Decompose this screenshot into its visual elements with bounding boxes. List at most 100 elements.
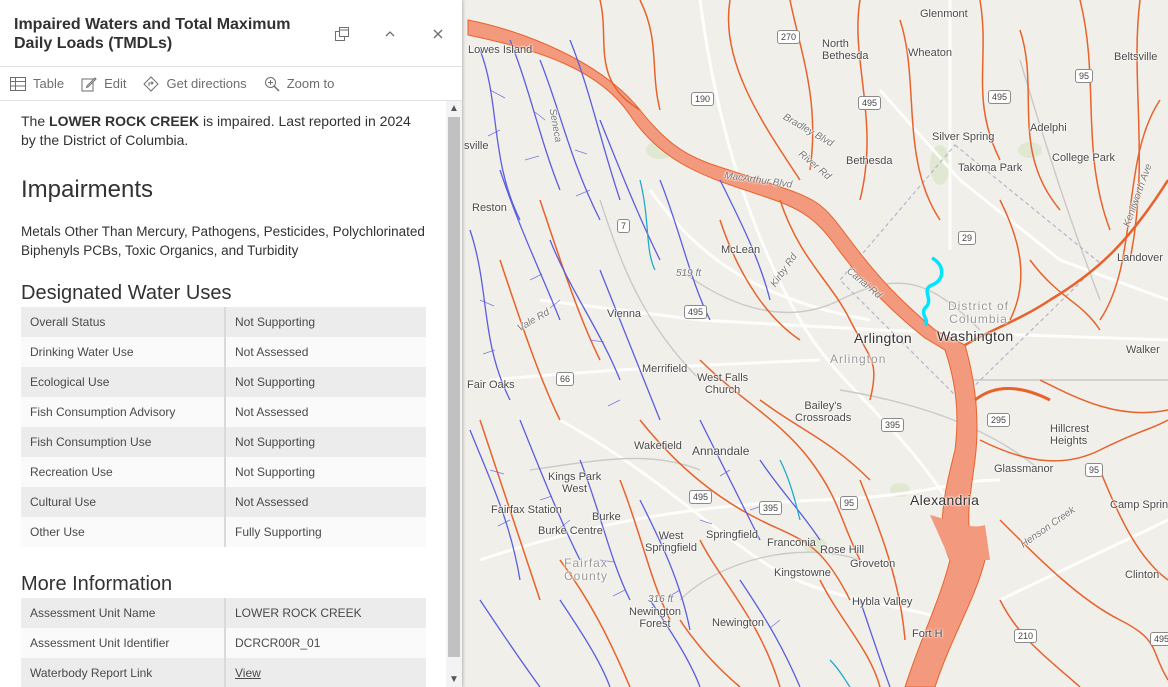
place-label: Alexandria xyxy=(910,492,980,508)
waterbody-name: LOWER ROCK CREEK xyxy=(49,113,200,129)
scroll-up-arrow-icon[interactable]: ▲ xyxy=(449,103,459,114)
table-row: Overall Status Not Supporting xyxy=(21,307,426,337)
elevation-label: 519 ft xyxy=(676,268,702,279)
use-status: Not Supporting xyxy=(225,367,426,397)
impairments-text: Metals Other Than Mercury, Pathogens, Pe… xyxy=(21,224,425,258)
highway-shield: 495 xyxy=(858,96,882,110)
place-label: Burke xyxy=(592,511,621,523)
place-label: Landover xyxy=(1117,252,1163,264)
highway-shield: 29 xyxy=(958,231,977,245)
use-name: Other Use xyxy=(21,517,226,547)
place-label: Fort H xyxy=(912,628,943,640)
place-label: Beltsville xyxy=(1114,51,1158,63)
action-toolbar: Table Edit Get directions Zoom to xyxy=(0,67,462,101)
place-label: Vienna xyxy=(607,308,642,320)
table-row: Drinking Water Use Not Assessed xyxy=(21,337,426,367)
use-name: Cultural Use xyxy=(21,487,226,517)
use-status: Not Supporting xyxy=(225,457,426,487)
edit-action[interactable]: Edit xyxy=(81,76,126,92)
place-label: Fair Oaks xyxy=(467,379,515,391)
place-label: Hybla Valley xyxy=(852,596,913,608)
table-row: Fish Consumption Use Not Supporting xyxy=(21,427,426,457)
highway-shield: 495 xyxy=(1150,632,1168,646)
scroll-thumb[interactable] xyxy=(448,117,460,657)
scrollbar[interactable]: ▲ ▼ xyxy=(446,101,462,687)
waterbody-report-link[interactable]: View xyxy=(235,666,261,680)
region-label: Fairfax County xyxy=(564,556,609,583)
highway-shield: 270 xyxy=(777,30,801,44)
place-label: North Bethesda xyxy=(822,38,869,62)
place-label: Springfield xyxy=(706,529,758,541)
highway-shield: 66 xyxy=(556,372,575,386)
intro-prefix: The xyxy=(21,113,50,129)
table-row: Recreation Use Not Supporting xyxy=(21,457,426,487)
place-label: Burke Centre xyxy=(538,525,603,537)
place-label: Groveton xyxy=(850,558,896,570)
close-button[interactable] xyxy=(428,24,448,44)
highway-shield: 495 xyxy=(988,90,1012,104)
place-label: Annandale xyxy=(692,444,750,458)
info-value-cell: View xyxy=(225,658,426,687)
info-name: Assessment Unit Identifier xyxy=(21,628,226,658)
highway-shield: 295 xyxy=(987,413,1011,427)
table-row: Assessment Unit Identifier DCRCR00R_01 xyxy=(21,628,426,658)
place-label: Glassmanor xyxy=(994,463,1054,475)
dock-button[interactable] xyxy=(332,24,352,44)
place-label: Merrifield xyxy=(642,363,688,375)
place-label: Wheaton xyxy=(908,47,953,59)
place-label: Newington Forest xyxy=(629,606,681,630)
use-name: Drinking Water Use xyxy=(21,337,226,367)
place-label: Newington xyxy=(712,617,764,629)
place-label: Rose Hill xyxy=(820,544,865,556)
scroll-down-arrow-icon[interactable]: ▼ xyxy=(449,674,459,685)
highway-shield: 210 xyxy=(1014,629,1038,643)
zoom-label: Zoom to xyxy=(286,76,335,91)
place-label: West Falls Church xyxy=(697,372,749,396)
highway-shield: 495 xyxy=(689,490,713,504)
place-label: Reston xyxy=(472,202,507,214)
region-label: District of Columbia xyxy=(948,299,1010,326)
place-label: Camp Spring xyxy=(1110,499,1168,511)
get-directions-action[interactable]: Get directions xyxy=(143,75,247,92)
use-name: Overall Status xyxy=(21,307,226,337)
place-label: McLean xyxy=(721,244,761,256)
table-label: Table xyxy=(33,76,65,91)
table-row: Assessment Unit Name LOWER ROCK CREEK xyxy=(21,598,426,628)
info-value: LOWER ROCK CREEK xyxy=(225,598,426,628)
use-status: Not Supporting xyxy=(225,307,426,337)
place-label: Washington xyxy=(937,328,1014,344)
highway-shield: 95 xyxy=(1075,69,1094,83)
place-label: Hillcrest Heights xyxy=(1050,423,1090,447)
table-action[interactable]: Table xyxy=(10,76,64,91)
use-status: Fully Supporting xyxy=(225,517,426,547)
popup-content[interactable]: The LOWER ROCK CREEK is impaired. Last r… xyxy=(0,101,446,687)
highway-shield: 190 xyxy=(691,92,715,106)
info-name: Assessment Unit Name xyxy=(21,598,226,628)
table-row: Ecological Use Not Supporting xyxy=(21,367,426,397)
highway-shield: 95 xyxy=(1085,463,1104,477)
place-label: Franconia xyxy=(767,537,816,549)
impairments-heading: Impairments xyxy=(21,176,154,203)
place-label: Takoma Park xyxy=(958,162,1023,174)
use-name: Fish Consumption Use xyxy=(21,427,226,457)
use-status: Not Assessed xyxy=(225,397,426,427)
region-label: Arlington xyxy=(830,352,887,366)
chevron-up-icon xyxy=(385,31,395,37)
feature-popup-panel: Impaired Waters and Total Maximum Daily … xyxy=(0,0,462,687)
directions-icon xyxy=(143,75,160,92)
directions-label: Get directions xyxy=(166,76,247,91)
highway-shield: 95 xyxy=(840,496,859,510)
use-status: Not Supporting xyxy=(225,427,426,457)
place-label: Walker xyxy=(1126,344,1160,356)
place-label: Kings Park West xyxy=(548,471,602,495)
use-name: Ecological Use xyxy=(21,367,226,397)
use-name: Fish Consumption Advisory xyxy=(21,397,226,427)
place-label: Fairfax Station xyxy=(491,504,562,516)
panel-title: Impaired Waters and Total Maximum Daily … xyxy=(14,16,291,52)
zoom-to-action[interactable]: Zoom to xyxy=(264,76,335,92)
collapse-button[interactable] xyxy=(380,24,400,44)
place-label: West Springfield xyxy=(645,530,697,554)
place-label: College Park xyxy=(1052,152,1115,164)
table-row: Waterbody Report Link View xyxy=(21,658,426,687)
info-name: Waterbody Report Link xyxy=(21,658,226,687)
